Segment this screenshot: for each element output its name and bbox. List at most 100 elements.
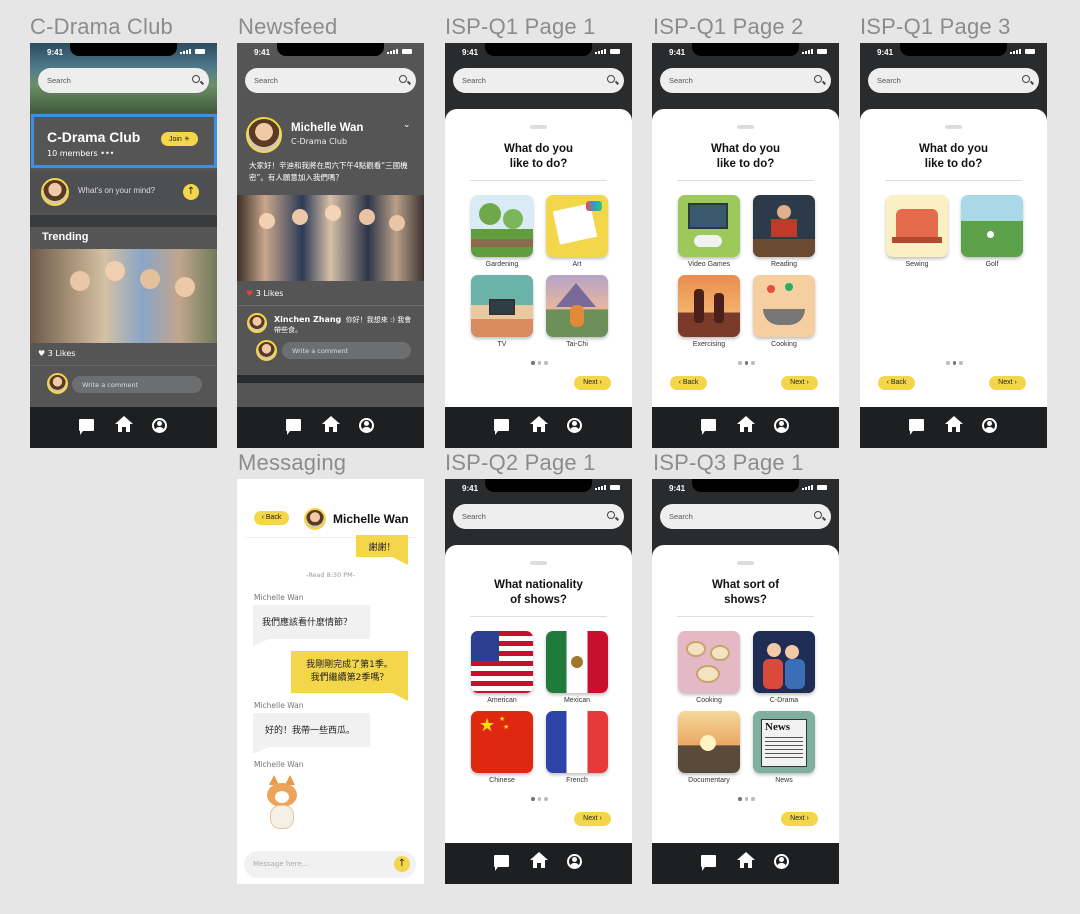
flag-french[interactable] xyxy=(546,711,608,773)
option-tai-chi[interactable] xyxy=(546,275,608,337)
status-icons xyxy=(595,485,620,490)
sheet-handle[interactable] xyxy=(530,561,547,565)
q1-page2-screen: 9:41 Search What do you like to do? Video… xyxy=(652,43,839,448)
frame-label-q2p1: ISP-Q2 Page 1 xyxy=(445,450,596,475)
news-icon-text: News xyxy=(765,721,791,733)
home-icon[interactable] xyxy=(737,852,755,870)
chat-icon[interactable] xyxy=(909,419,924,435)
profile-icon[interactable] xyxy=(359,418,374,433)
home-icon[interactable] xyxy=(737,416,755,434)
option-c-drama[interactable] xyxy=(753,631,815,693)
question-title: What nationality of shows? xyxy=(494,579,583,606)
avatar xyxy=(41,178,69,206)
notch xyxy=(485,43,592,56)
club-header-selected[interactable]: C-Drama Club 10 members ••• Join ☀ xyxy=(31,114,217,168)
likes-count[interactable]: ♥ 3 Likes xyxy=(38,349,75,358)
trending-image[interactable] xyxy=(30,249,217,343)
comment-input[interactable]: Write a comment xyxy=(282,342,411,359)
option-documentary[interactable] xyxy=(678,711,740,773)
next-button[interactable]: Next › xyxy=(574,376,611,390)
back-button[interactable]: ‹ Back xyxy=(254,511,289,525)
search-input[interactable]: Search xyxy=(245,68,416,93)
sheet-handle[interactable] xyxy=(737,561,754,565)
back-button[interactable]: ‹ Back xyxy=(878,376,915,390)
option-label: Gardening xyxy=(485,261,519,268)
option-golf[interactable] xyxy=(961,195,1023,257)
chat-icon[interactable] xyxy=(286,419,301,435)
post-arrow-button[interactable]: ↑ xyxy=(183,184,199,200)
home-icon[interactable] xyxy=(322,416,340,434)
likes-count[interactable]: ♥ 3 Likes xyxy=(246,289,283,298)
option-cooking[interactable] xyxy=(753,275,815,337)
profile-icon[interactable] xyxy=(567,854,582,869)
option-cooking-show[interactable] xyxy=(678,631,740,693)
search-input[interactable]: Search xyxy=(453,68,624,93)
read-receipt: -Read 8:30 PM- xyxy=(305,571,356,579)
chat-icon[interactable] xyxy=(494,419,509,435)
flag-american[interactable] xyxy=(471,631,533,693)
next-button[interactable]: Next › xyxy=(781,812,818,826)
sheet-handle[interactable] xyxy=(530,125,547,129)
home-icon[interactable] xyxy=(115,416,133,434)
tab-bar xyxy=(445,407,632,448)
home-icon[interactable] xyxy=(530,852,548,870)
profile-icon[interactable] xyxy=(152,418,167,433)
flag-chinese[interactable]: ★ ★ ★ xyxy=(471,711,533,773)
search-icon xyxy=(399,75,407,83)
message-input[interactable]: Message here... xyxy=(244,851,416,878)
post-image[interactable] xyxy=(237,195,424,281)
status-icons xyxy=(180,49,205,54)
frame-label-messaging: Messaging xyxy=(238,450,347,475)
search-input[interactable]: Search xyxy=(660,504,831,529)
composer-prompt[interactable]: What's on your mind? xyxy=(78,186,155,195)
option-label: Sewing xyxy=(905,261,929,268)
flag-mexican[interactable] xyxy=(546,631,608,693)
chat-icon[interactable] xyxy=(701,855,716,871)
search-input[interactable]: Search xyxy=(660,68,831,93)
question-sheet: What do you like to do? Gardening Art TV … xyxy=(445,109,632,407)
profile-icon[interactable] xyxy=(774,854,789,869)
option-gardening[interactable] xyxy=(471,195,533,257)
profile-icon[interactable] xyxy=(774,418,789,433)
next-button[interactable]: Next › xyxy=(574,812,611,826)
message-bubble-outgoing: 我剛剛完成了第1季。 我們繼續第2季嗎？ xyxy=(291,651,408,693)
chat-icon[interactable] xyxy=(701,419,716,435)
status-icons xyxy=(802,49,827,54)
search-input[interactable]: Search xyxy=(38,68,209,93)
option-art[interactable] xyxy=(546,195,608,257)
profile-icon[interactable] xyxy=(567,418,582,433)
search-input[interactable]: Search xyxy=(868,68,1039,93)
search-input[interactable]: Search xyxy=(453,504,624,529)
sender-name: Michelle Wan xyxy=(254,701,304,710)
home-icon[interactable] xyxy=(945,416,963,434)
join-button[interactable]: Join ☀ xyxy=(161,132,198,146)
back-button[interactable]: ‹ Back xyxy=(670,376,707,390)
profile-icon[interactable] xyxy=(982,418,997,433)
sheet-handle[interactable] xyxy=(945,125,962,129)
q1-page1-screen: 9:41 Search What do you like to do? Garde… xyxy=(445,43,632,448)
author-name[interactable]: Michelle Wan xyxy=(291,122,363,134)
question-sheet: What do you like to do? Video Games Readi… xyxy=(652,109,839,407)
option-video-games[interactable] xyxy=(678,195,740,257)
next-button[interactable]: Next › xyxy=(989,376,1026,390)
tab-bar xyxy=(652,407,839,448)
option-label: Reading xyxy=(770,261,798,268)
option-reading[interactable] xyxy=(753,195,815,257)
next-button[interactable]: Next › xyxy=(781,376,818,390)
chevron-down-icon[interactable]: ⌄ xyxy=(403,120,411,130)
option-sewing[interactable] xyxy=(886,195,948,257)
comment-input[interactable]: Write a comment xyxy=(72,376,202,393)
chat-icon[interactable] xyxy=(494,855,509,871)
option-exercising[interactable] xyxy=(678,275,740,337)
option-tv[interactable] xyxy=(471,275,533,337)
sheet-handle[interactable] xyxy=(737,125,754,129)
author-avatar xyxy=(246,117,282,153)
author-group[interactable]: C-Drama Club xyxy=(291,137,347,146)
chat-icon[interactable] xyxy=(79,419,94,435)
send-button[interactable]: ↑ xyxy=(394,856,410,872)
frame-label-q3p1: ISP-Q3 Page 1 xyxy=(653,450,804,475)
home-icon[interactable] xyxy=(530,416,548,434)
option-news[interactable]: News xyxy=(753,711,815,773)
tab-bar xyxy=(445,843,632,884)
option-label: Video Games xyxy=(687,261,731,268)
